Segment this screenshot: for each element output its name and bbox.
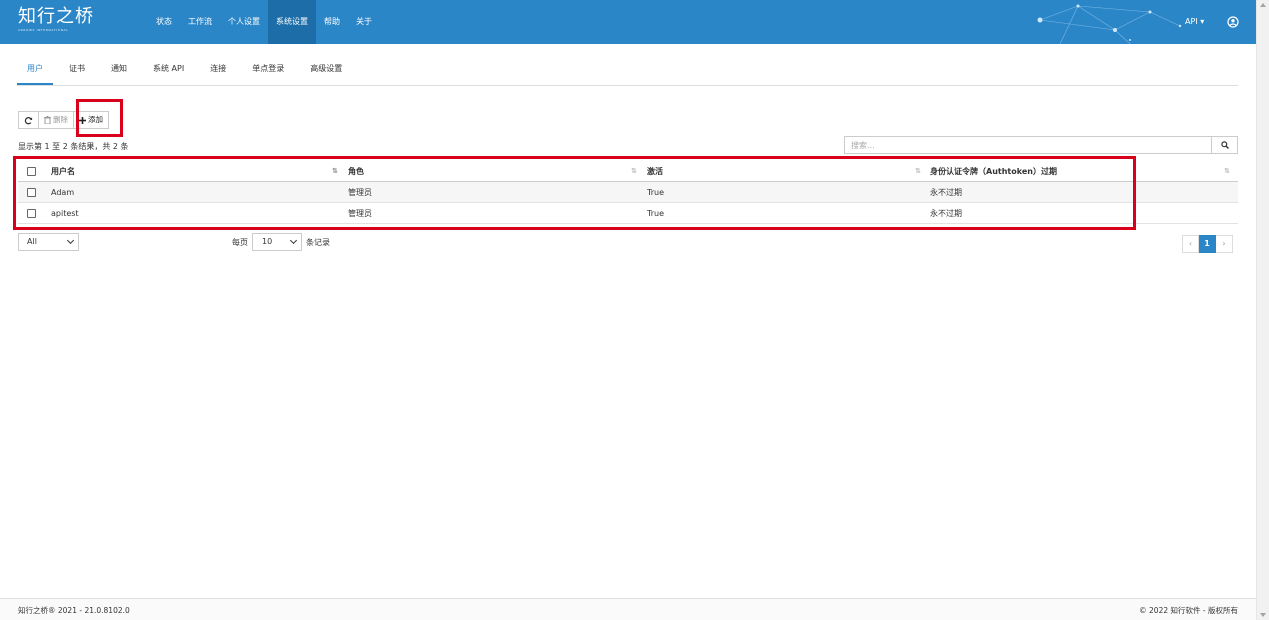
nav-item-workflow[interactable]: 工作流: [180, 0, 220, 44]
scroll-down-icon[interactable]: [1260, 613, 1266, 617]
search-button[interactable]: [1212, 136, 1238, 154]
per-page-control: 每页 10 条记录: [232, 233, 330, 251]
header-active[interactable]: 激活: [647, 161, 663, 182]
per-page-prefix: 每页: [232, 237, 248, 247]
settings-tabs: 用户 证书 通知 系统 API 连接 单点登录 高级设置: [17, 55, 1238, 86]
nav-item-profile[interactable]: 个人设置: [220, 0, 268, 44]
tab-advanced-settings[interactable]: 高级设置: [300, 55, 352, 85]
table-row[interactable]: Adam 管理员 True 永不过期: [18, 182, 1238, 203]
footer-version: 知行之桥® 2021 - 21.0.8102.0: [18, 606, 130, 615]
header-token-expiry[interactable]: 身份认证令牌（Authtoken）过期: [930, 161, 1057, 182]
tab-certificates[interactable]: 证书: [59, 55, 95, 85]
delete-label: 删除: [53, 115, 68, 124]
table-row[interactable]: apitest 管理员 True 永不过期: [18, 203, 1238, 224]
row-checkbox[interactable]: [27, 209, 36, 218]
cell-active: True: [647, 188, 664, 197]
sort-icon[interactable]: ⇅: [631, 161, 637, 182]
pagination: ‹ 1 ›: [1182, 235, 1233, 253]
nav-item-status[interactable]: 状态: [148, 0, 180, 44]
nav-item-help[interactable]: 帮助: [316, 0, 348, 44]
tab-connections[interactable]: 连接: [200, 55, 236, 85]
tab-system-api[interactable]: 系统 API: [143, 55, 194, 85]
next-page-button[interactable]: ›: [1216, 235, 1233, 253]
search-input[interactable]: [844, 136, 1212, 154]
user-circle-icon[interactable]: [1227, 16, 1239, 28]
users-toolbar: 删除 添加: [18, 111, 109, 129]
top-navbar: 知行之桥 ARROWS INTERNATIONAL 状态 工作流 个人设置 系统…: [0, 0, 1256, 44]
page-scrollbar[interactable]: [1256, 0, 1269, 620]
prev-page-button[interactable]: ‹: [1182, 235, 1199, 253]
api-dropdown[interactable]: API ▾: [1185, 0, 1204, 44]
cell-role: 管理员: [348, 209, 372, 218]
select-all-checkbox[interactable]: [27, 167, 36, 176]
main-nav: 状态 工作流 个人设置 系统设置 帮助 关于: [148, 0, 380, 44]
results-info: 显示第 1 至 2 条结果，共 2 条: [18, 142, 129, 151]
brand-logo[interactable]: 知行之桥 ARROWS INTERNATIONAL: [18, 6, 94, 32]
tab-notifications[interactable]: 通知: [101, 55, 137, 85]
refresh-button[interactable]: [18, 111, 39, 129]
row-checkbox[interactable]: [27, 188, 36, 197]
chevron-down-icon: [66, 236, 75, 245]
brand-subtitle: ARROWS INTERNATIONAL: [18, 28, 69, 32]
tab-users[interactable]: 用户: [17, 55, 53, 85]
footer-copyright: © 2022 知行软件 - 版权所有: [1139, 606, 1238, 615]
cell-username: Adam: [51, 188, 75, 197]
cell-active: True: [647, 209, 664, 218]
search-box: [844, 136, 1238, 154]
filter-select[interactable]: All: [18, 233, 79, 251]
page-button[interactable]: 1: [1199, 235, 1216, 253]
refresh-icon: [24, 116, 33, 124]
search-icon: [1220, 141, 1229, 149]
plus-icon: [79, 116, 86, 124]
sort-icon[interactable]: ⇅: [1224, 161, 1230, 182]
nav-item-system-settings[interactable]: 系统设置: [268, 0, 316, 44]
cell-role: 管理员: [348, 188, 372, 197]
filter-select-value: All: [27, 237, 37, 246]
per-page-suffix: 条记录: [306, 237, 330, 247]
add-user-button[interactable]: 添加: [74, 111, 109, 129]
network-decoration: [1037, 4, 1182, 44]
add-label: 添加: [88, 115, 103, 124]
cell-username: apitest: [51, 209, 79, 218]
per-page-value: 10: [262, 237, 273, 246]
nav-item-about[interactable]: 关于: [348, 0, 380, 44]
sort-asc-icon[interactable]: ⇅: [332, 161, 338, 182]
cell-token-expiry: 永不过期: [930, 188, 962, 197]
table-header-row: 用户名 ⇅ 角色 ⇅ 激活 ⇅ 身份认证令牌（Authtoken）过期 ⇅: [18, 161, 1238, 182]
header-role[interactable]: 角色: [348, 161, 364, 182]
scroll-up-icon[interactable]: [1260, 3, 1266, 7]
sort-icon[interactable]: ⇅: [915, 161, 921, 182]
trash-icon: [44, 116, 51, 124]
per-page-select[interactable]: 10: [252, 233, 302, 251]
brand-name: 知行之桥: [18, 6, 94, 27]
users-table: 用户名 ⇅ 角色 ⇅ 激活 ⇅ 身份认证令牌（Authtoken）过期 ⇅ Ad…: [18, 161, 1238, 224]
tab-sso[interactable]: 单点登录: [242, 55, 294, 85]
header-username[interactable]: 用户名: [51, 161, 75, 182]
delete-button[interactable]: 删除: [39, 111, 74, 129]
cell-token-expiry: 永不过期: [930, 209, 962, 218]
chevron-down-icon: [289, 236, 298, 245]
page-footer: 知行之桥® 2021 - 21.0.8102.0 © 2022 知行软件 - 版…: [0, 598, 1256, 620]
